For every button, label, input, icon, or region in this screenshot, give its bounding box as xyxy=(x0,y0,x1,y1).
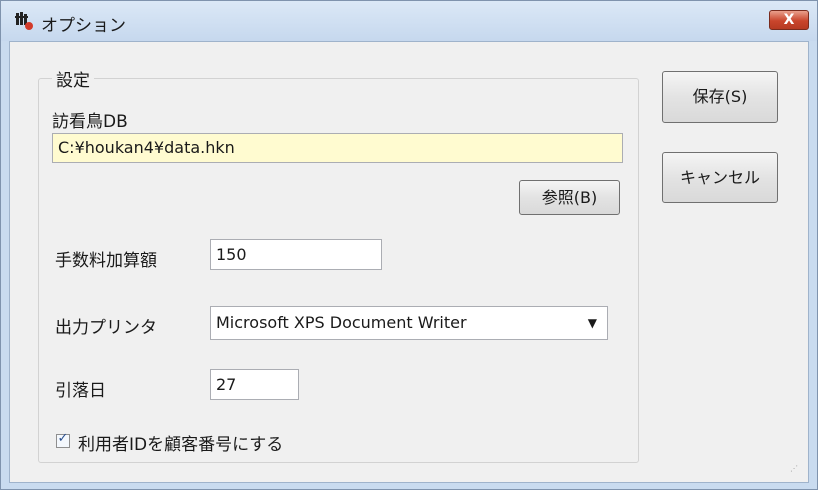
customer-id-checkbox-label[interactable]: 利用者IDを顧客番号にする xyxy=(78,430,283,455)
close-icon: X xyxy=(783,12,795,28)
title-bar[interactable]: オプション X xyxy=(1,1,817,41)
customer-id-checkbox[interactable]: ✓ xyxy=(56,431,70,448)
db-path-input[interactable]: C:¥houkan4¥data.hkn xyxy=(52,133,623,163)
window-title: オプション xyxy=(41,16,126,36)
resize-grip-icon[interactable]: ⋰ xyxy=(790,464,800,474)
db-label: 訪看鳥DB xyxy=(52,112,128,132)
save-button[interactable]: 保存(S) xyxy=(662,71,778,123)
printer-select-value: Microsoft XPS Document Writer xyxy=(216,313,467,332)
browse-button[interactable]: 参照(B) xyxy=(519,180,620,215)
app-icon xyxy=(15,12,33,30)
cancel-button[interactable]: キャンセル xyxy=(662,152,778,203)
chevron-down-icon[interactable]: ▼ xyxy=(588,307,597,339)
debit-day-label: 引落日 xyxy=(55,381,106,401)
printer-select[interactable]: Microsoft XPS Document Writer ▼ xyxy=(210,306,608,340)
checkmark-icon: ✓ xyxy=(57,431,69,446)
fee-label: 手数料加算額 xyxy=(55,251,157,271)
close-button[interactable]: X xyxy=(769,10,809,30)
debit-day-input[interactable]: 27 xyxy=(210,369,299,400)
printer-label: 出力プリンタ xyxy=(55,318,157,338)
options-dialog: オプション X 設定 訪看鳥DB C:¥houkan4¥data.hkn 参照(… xyxy=(0,0,818,490)
client-area: 設定 訪看鳥DB C:¥houkan4¥data.hkn 参照(B) 手数料加算… xyxy=(9,41,809,483)
fee-input[interactable]: 150 xyxy=(210,239,382,270)
settings-group-label: 設定 xyxy=(52,66,94,91)
